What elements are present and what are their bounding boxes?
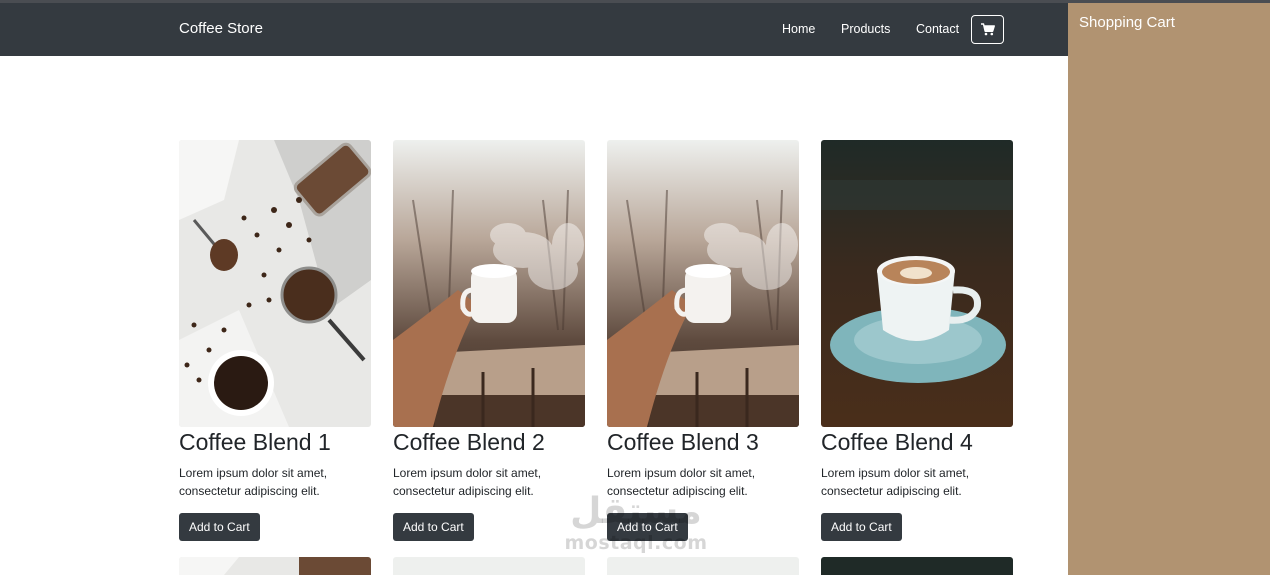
nav-link-home[interactable]: Home (782, 22, 815, 36)
brand-link[interactable]: Coffee Store (179, 20, 263, 37)
product-description: Lorem ipsum dolor sit amet, consectetur … (179, 466, 328, 498)
navbar: Coffee Store Home Products Contact (0, 3, 1068, 56)
product-card-next-row (607, 557, 799, 575)
product-card: Coffee Blend 4 Lorem ipsum dolor sit ame… (821, 140, 1013, 541)
product-title: Coffee Blend 2 (393, 429, 545, 455)
watermark-arabic: مستقل (570, 491, 702, 532)
product-title: Coffee Blend 4 (821, 429, 973, 455)
product-image (393, 557, 585, 575)
add-to-cart-button[interactable]: Add to Cart (821, 513, 902, 541)
cart-button[interactable] (971, 15, 1004, 44)
product-image (821, 140, 1013, 427)
watermark-latin: mostaql.com (564, 532, 708, 554)
product-image (607, 557, 799, 575)
nav-link-products[interactable]: Products (841, 22, 890, 36)
product-image (607, 140, 799, 427)
add-to-cart-button[interactable]: Add to Cart (393, 513, 474, 541)
add-to-cart-button[interactable]: Add to Cart (179, 513, 260, 541)
product-card: Coffee Blend 3 Lorem ipsum dolor sit ame… (607, 140, 799, 541)
product-image (393, 140, 585, 427)
product-description: Lorem ipsum dolor sit amet, consectetur … (821, 466, 970, 498)
product-description: Lorem ipsum dolor sit amet, consectetur … (393, 466, 542, 498)
product-image (179, 557, 371, 575)
product-image (821, 557, 1013, 575)
product-card: Coffee Blend 2 Lorem ipsum dolor sit ame… (393, 140, 585, 541)
product-card-next-row (179, 557, 371, 575)
watermark: مستقل mostaql.com (558, 490, 714, 554)
product-image (179, 140, 371, 427)
product-title: Coffee Blend 3 (607, 429, 759, 455)
shopping-cart-icon (980, 23, 995, 36)
shopping-cart-panel: Shopping Cart (1068, 3, 1270, 575)
product-card: Coffee Blend 1 Lorem ipsum dolor sit ame… (179, 140, 371, 541)
product-card-next-row (821, 557, 1013, 575)
cart-panel-title: Shopping Cart (1079, 14, 1175, 31)
nav-link-contact[interactable]: Contact (916, 22, 959, 36)
product-title: Coffee Blend 1 (179, 429, 331, 455)
product-card-next-row (393, 557, 585, 575)
